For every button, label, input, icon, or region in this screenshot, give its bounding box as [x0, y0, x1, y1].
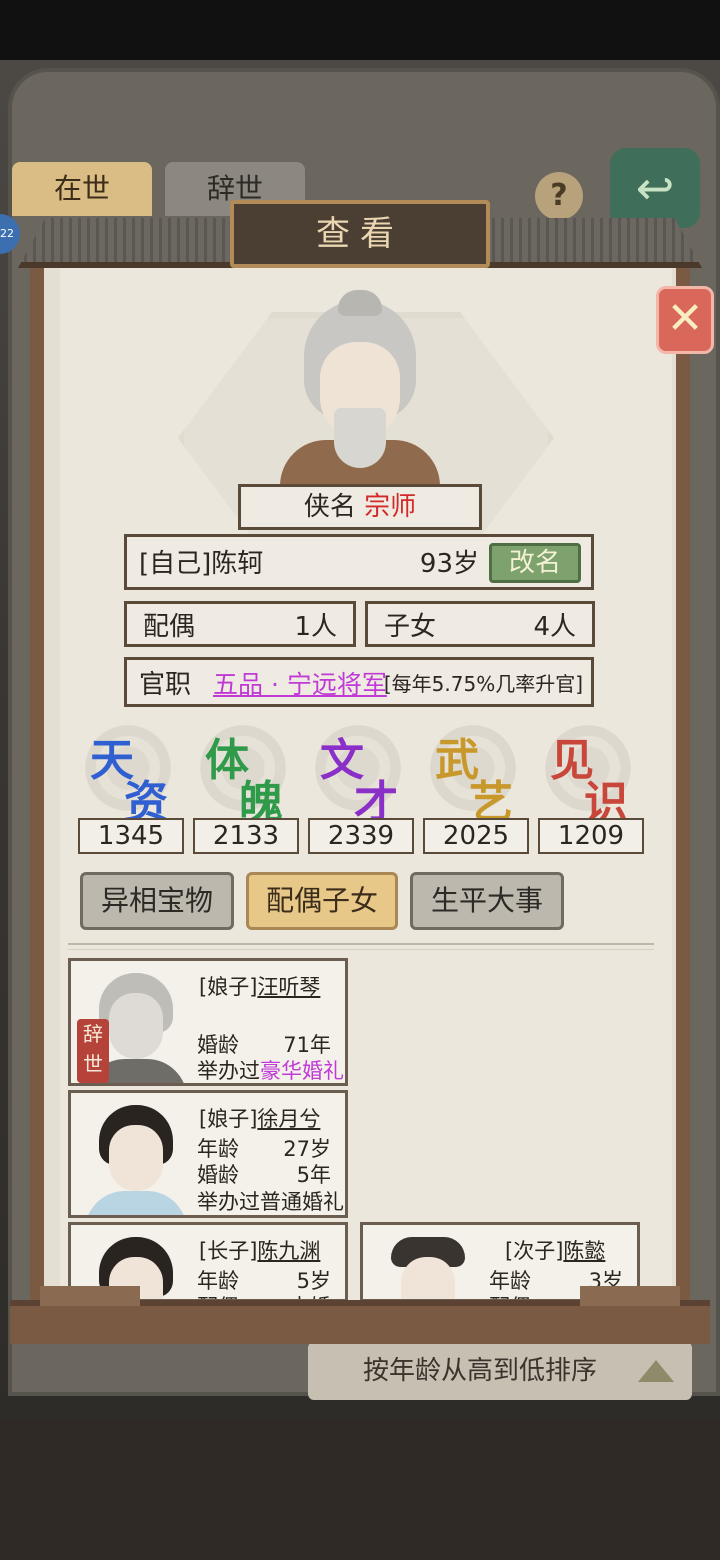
line-label: 婚龄: [197, 1163, 239, 1187]
spouse-count: 1人: [294, 612, 337, 642]
hero-title-box: 侠名 宗师: [238, 484, 482, 530]
children-count-box: 子女 4人: [365, 601, 595, 647]
triangle-up-icon: [638, 1360, 674, 1382]
promotion-rate: [每年5.75%几率升官]: [383, 672, 583, 696]
family-card[interactable]: 辞世 [娘子]汪听琴 婚龄 71年 举办过豪华婚礼: [68, 958, 348, 1086]
line-label: 年龄: [489, 1269, 531, 1293]
attr-martial: 武 艺 2025: [423, 718, 529, 854]
attr-value: 2025: [423, 818, 529, 854]
question-icon[interactable]: ?: [535, 172, 583, 220]
card-name[interactable]: 徐月兮: [257, 1107, 320, 1131]
avatar-bun: [338, 290, 382, 316]
hero-title-label: 侠名: [303, 492, 356, 522]
rail-cap: [40, 1286, 140, 1306]
line-value: 5年: [296, 1163, 331, 1187]
avatar-face: [109, 1125, 163, 1191]
office-row: 官职 五品 · 宁远将军 [每年5.75%几率升官]: [124, 657, 594, 707]
rename-button[interactable]: 改名: [489, 543, 581, 583]
office-link[interactable]: 五品 · 宁远将军: [213, 672, 387, 697]
attr-value: 2133: [193, 818, 299, 854]
card-title: [长子]陈九渊: [199, 1235, 320, 1265]
card-line: 举办过豪华婚礼: [197, 1055, 345, 1083]
card-name[interactable]: 汪听琴: [257, 975, 320, 999]
card-relation: [娘子]: [199, 1107, 258, 1131]
avatar-robe: [85, 1191, 187, 1215]
dialog-title: 查看: [230, 200, 490, 268]
children-count: 4人: [533, 612, 576, 642]
attr-value: 1209: [538, 818, 644, 854]
family-card[interactable]: [娘子]徐月兮 年龄 27岁 婚龄 5年 举办过普通婚礼: [68, 1090, 348, 1218]
card-title: [次子]陈懿: [505, 1235, 605, 1265]
avatar-face: [109, 993, 163, 1059]
background-floor: [0, 1420, 720, 1560]
return-arrow-icon[interactable]: ↩: [610, 148, 700, 228]
avatar: [373, 1231, 483, 1299]
line-label: 婚龄: [197, 1033, 239, 1057]
card-line: 婚龄 5年: [197, 1159, 331, 1189]
attr-value: 1345: [78, 818, 184, 854]
spouse-label: 配偶: [143, 612, 196, 642]
line-label: 年龄: [197, 1137, 239, 1161]
dialog-bottom-rail: [10, 1286, 710, 1344]
attr-talent: 天 资 1345: [78, 718, 184, 854]
avatar: [280, 290, 440, 486]
status-bar: [0, 0, 720, 60]
line-label: 举办过普通婚礼: [197, 1190, 344, 1214]
deceased-badge: 辞世: [77, 1019, 109, 1083]
avatar-beard: [334, 408, 386, 468]
line-label: 举办过: [197, 1059, 260, 1083]
card-line: 举办过普通婚礼: [197, 1186, 345, 1215]
identity-row: [自己]陈轲 93岁 改名: [124, 534, 594, 590]
tab-treasures[interactable]: 异相宝物: [80, 872, 234, 930]
card-name[interactable]: 陈九渊: [257, 1239, 320, 1263]
attr-value: 2339: [308, 818, 414, 854]
line-value: 豪华婚礼: [260, 1059, 344, 1083]
attr-literary: 文 才 2339: [308, 718, 414, 854]
card-relation: [娘子]: [199, 975, 258, 999]
attr-physique: 体 魄 2133: [193, 718, 299, 854]
children-label: 子女: [384, 612, 437, 642]
age-value: 93岁: [419, 549, 479, 579]
rail-cap: [580, 1286, 680, 1306]
office-label: 官职: [139, 670, 192, 700]
card-relation: [次子]: [505, 1239, 564, 1263]
attr-knowledge: 见 识 1209: [538, 718, 644, 854]
tab-family[interactable]: 配偶子女: [246, 872, 398, 930]
hero-title-value: 宗师: [364, 492, 417, 522]
tab-alive[interactable]: 在世: [12, 162, 152, 216]
sort-dropdown[interactable]: 按年龄从高到低排序: [308, 1342, 692, 1400]
relation-name: [自己]陈轲: [139, 549, 264, 579]
card-name[interactable]: 陈懿: [563, 1239, 605, 1263]
divider: [68, 943, 654, 950]
spouse-count-box: 配偶 1人: [124, 601, 356, 647]
sort-label: 按年龄从高到低排序: [363, 1356, 598, 1386]
card-relation: [长子]: [199, 1239, 258, 1263]
tab-life-events[interactable]: 生平大事: [410, 872, 564, 930]
deceased-badge-text: 辞世: [83, 1022, 103, 1076]
close-x-icon[interactable]: ✕: [656, 286, 714, 354]
avatar-face: [401, 1257, 455, 1299]
card-title: [娘子]徐月兮: [199, 1103, 320, 1133]
line-label: 年龄: [197, 1269, 239, 1293]
avatar: [81, 1099, 191, 1215]
card-title: [娘子]汪听琴: [199, 971, 320, 1001]
